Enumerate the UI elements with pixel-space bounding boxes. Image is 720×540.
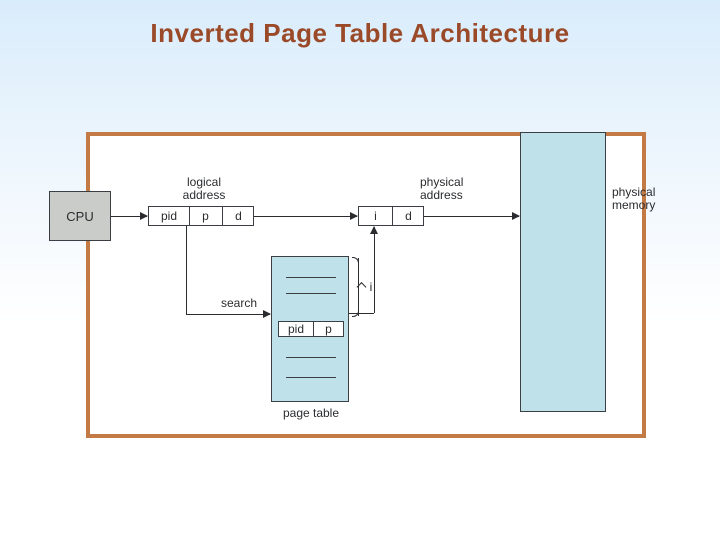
pt-row-4 [286, 377, 336, 378]
cpu-box: CPU [49, 191, 111, 241]
arrow-pt-to-i-horiz [349, 313, 374, 314]
diagram-frame: CPU logical address pid p d physical add… [86, 132, 646, 438]
page-table-caption: page table [272, 406, 350, 420]
pa-cell-d: d [392, 209, 425, 223]
physical-address-caption: physical address [420, 176, 490, 202]
arrow-pa-to-memory [424, 216, 519, 217]
la-cell-p: p [189, 209, 222, 223]
search-line-right [186, 314, 270, 315]
index-brace [352, 258, 359, 316]
arrow-la-to-pa [254, 216, 357, 217]
pt-cell-p: p [314, 321, 344, 337]
pt-cell-pid-label: pid [279, 322, 313, 336]
physical-memory-caption: physical memory [612, 186, 672, 212]
pt-cell-pid: pid [278, 321, 314, 337]
logical-address-caption: logical address [164, 176, 244, 202]
arrow-pt-to-i [374, 227, 375, 313]
pt-cell-p-label: p [314, 322, 343, 336]
arrow-cpu-to-la [111, 216, 147, 217]
pa-cell-i: i [359, 209, 392, 223]
pt-row-2 [286, 293, 336, 294]
index-label: i [365, 280, 377, 294]
cpu-label: CPU [50, 209, 110, 224]
la-cell-pid: pid [149, 209, 189, 223]
search-line-down [186, 226, 187, 314]
physical-memory-box [520, 132, 606, 412]
pt-row-3 [286, 357, 336, 358]
page-table-box: pid p [271, 256, 349, 402]
logical-address-box: pid p d [148, 206, 254, 226]
pt-row-1 [286, 277, 336, 278]
search-label: search [214, 296, 264, 310]
physical-address-box: i d [358, 206, 424, 226]
la-cell-d: d [222, 209, 255, 223]
slide-title: Inverted Page Table Architecture [0, 18, 720, 49]
